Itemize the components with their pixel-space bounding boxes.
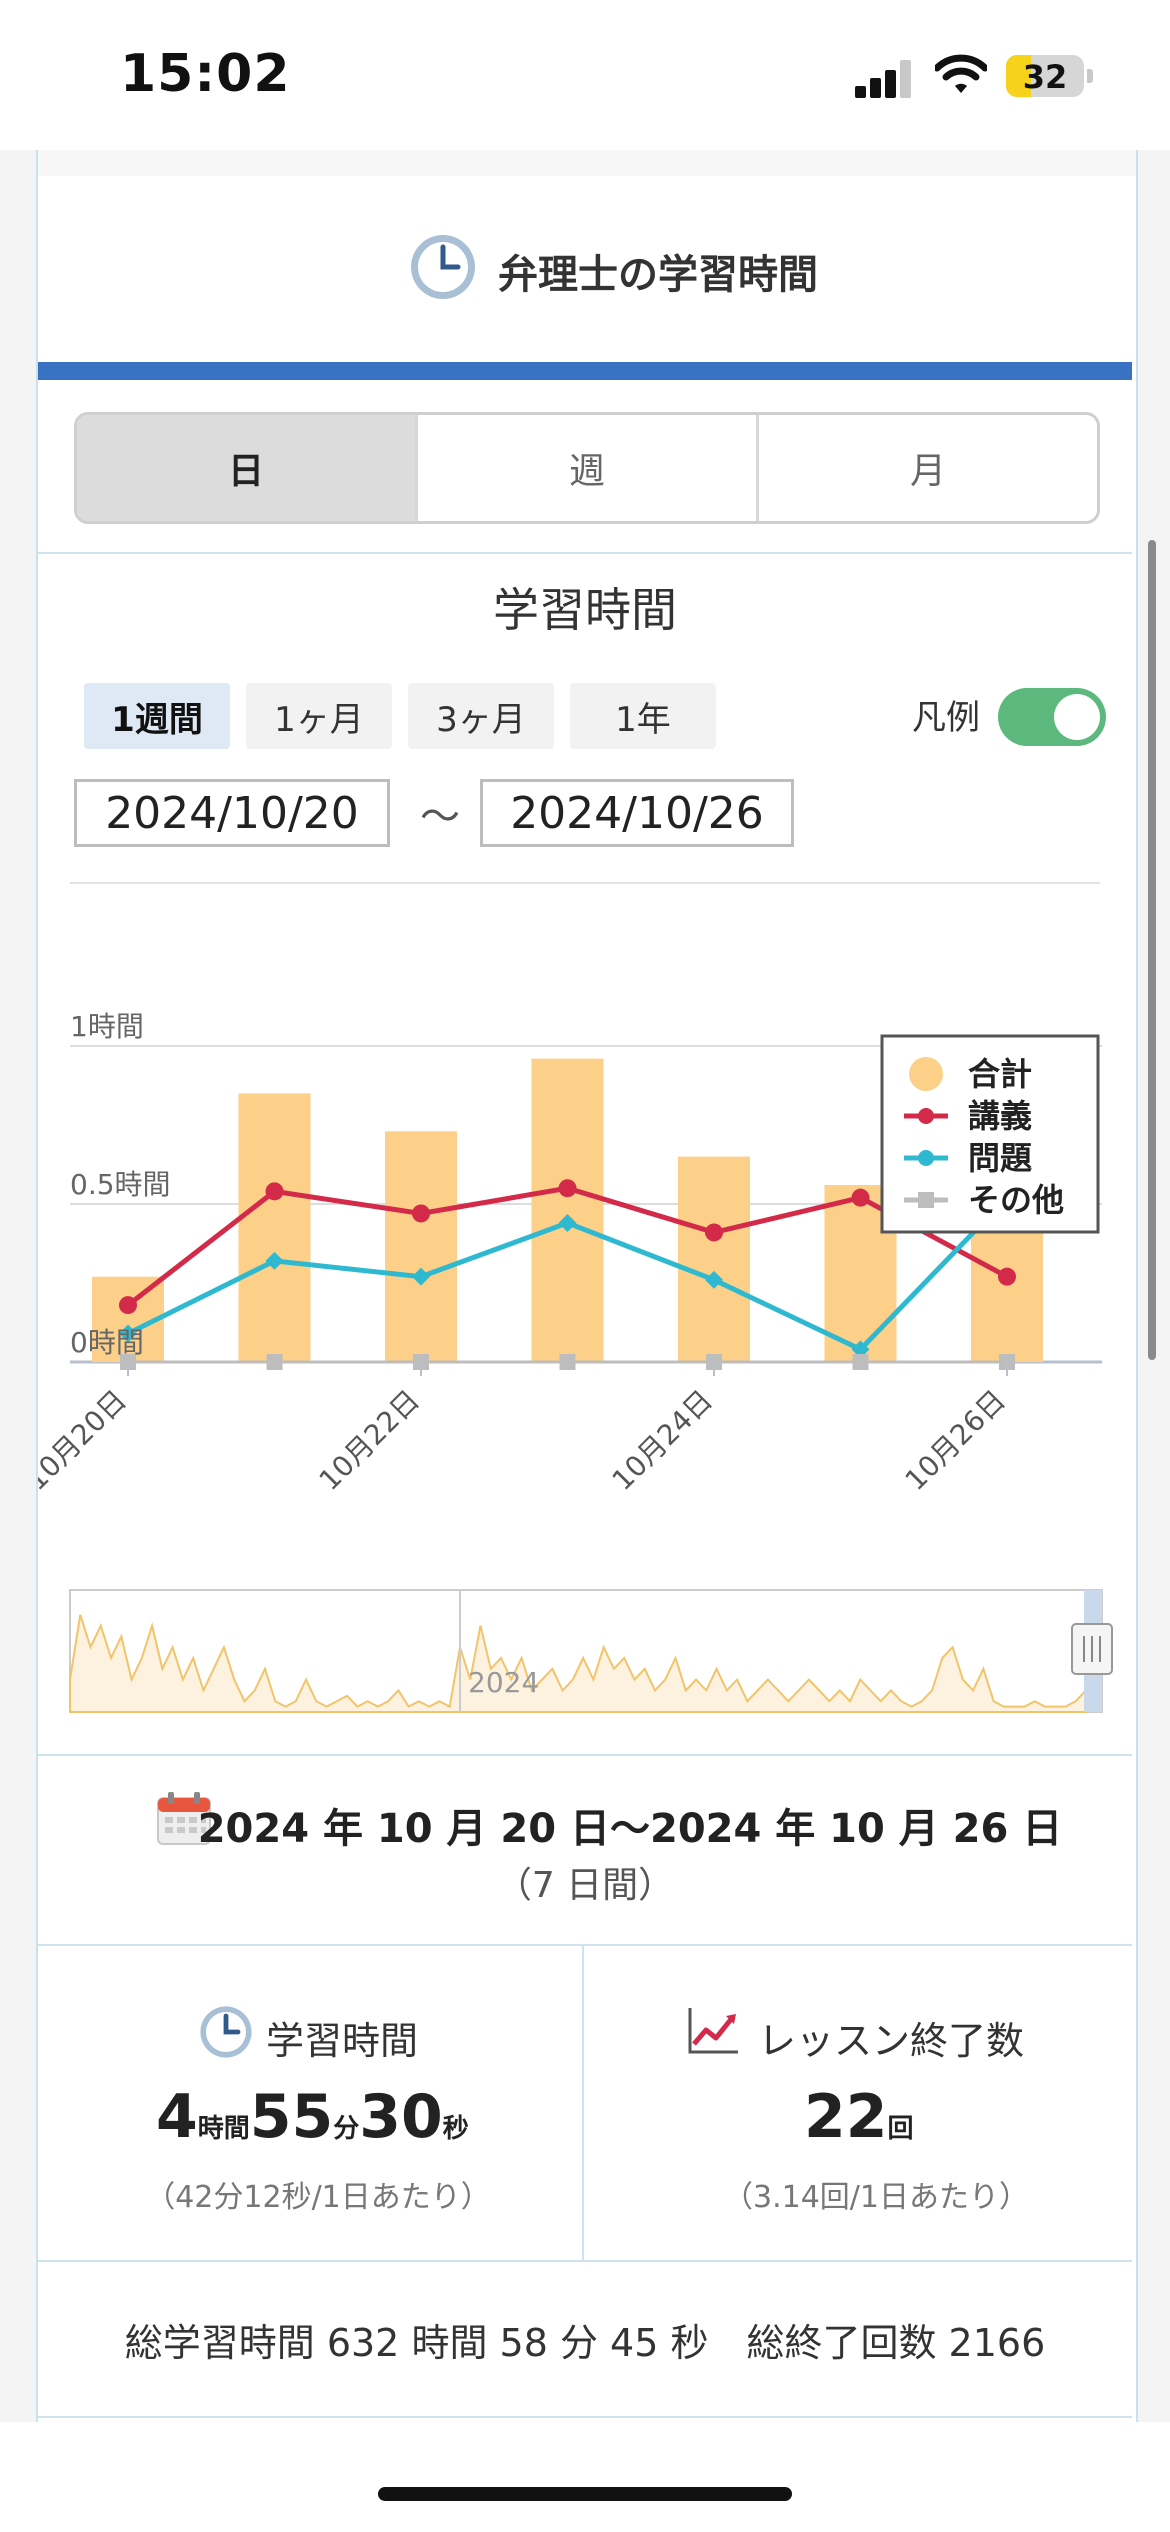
lessons-title: レッスン終了数	[758, 2019, 1025, 2063]
segment-week[interactable]: 週	[418, 415, 759, 521]
point-other	[559, 1354, 576, 1370]
x-tick-label: 10月24日	[606, 1384, 719, 1497]
legend-toggle-label: 凡例	[912, 698, 980, 738]
lessons-value: 22回	[804, 2082, 914, 2152]
battery-level: 32	[1022, 58, 1068, 96]
bar-total	[385, 1131, 457, 1362]
point-lecture	[851, 1188, 870, 1207]
point-other	[852, 1354, 869, 1370]
study-time-value: 4時間55分30秒	[156, 2082, 469, 2152]
legend-swatch-marker	[918, 1192, 934, 1208]
legend-entry: 問題	[968, 1139, 1032, 1177]
section-divider	[38, 2260, 1132, 2262]
lessons-average: （3.14回/1日あたり）	[723, 2180, 1029, 2215]
period-range-text: 2024 年 10 月 20 日〜2024 年 10 月 26 日	[197, 1806, 1063, 1852]
status-time: 15:02	[120, 44, 291, 104]
point-lecture	[119, 1296, 137, 1315]
range-1year-button[interactable]: 1年	[570, 683, 716, 749]
legend-entry: 講義	[968, 1097, 1032, 1135]
legend-swatch	[909, 1057, 943, 1091]
legend-swatch-marker	[918, 1150, 934, 1166]
y-tick-label: 0時間	[70, 1326, 144, 1359]
status-bar: 15:02 32	[0, 0, 1170, 150]
legend-entry: その他	[968, 1181, 1064, 1219]
clock-icon	[411, 235, 475, 299]
stats-divider	[582, 1946, 584, 2260]
scrollbar[interactable]	[1148, 540, 1156, 1360]
segment-day[interactable]: 日	[77, 415, 418, 521]
date-range-separator: 〜	[420, 794, 460, 840]
point-other	[266, 1354, 283, 1370]
legend-toggle[interactable]	[998, 688, 1106, 746]
chart-title: 学習時間	[493, 583, 677, 637]
range-1week-button[interactable]: 1週間	[84, 683, 230, 749]
clock-icon	[200, 2006, 252, 2058]
section-divider	[38, 552, 1132, 554]
page-title: 弁理士の学習時間	[498, 252, 818, 298]
date-to-field[interactable]: 2024/10/26	[480, 779, 794, 847]
totals-text: 総学習時間 632 時間 58 分 45 秒 総終了回数 2166	[124, 2321, 1046, 2365]
period-days-text: （7 日間）	[495, 1865, 675, 1906]
range-1month-button[interactable]: 1ヶ月	[246, 683, 392, 749]
bar-total	[531, 1058, 604, 1362]
signal-icon	[855, 58, 915, 98]
point-lecture	[705, 1223, 723, 1242]
point-lecture	[265, 1182, 284, 1201]
x-tick-label: 10月26日	[899, 1384, 1012, 1497]
header-accent-bar	[38, 362, 1132, 380]
y-tick-label: 1時間	[70, 1010, 144, 1043]
range-3months-button[interactable]: 3ヶ月	[408, 683, 554, 749]
wifi-icon	[935, 54, 987, 93]
period-summary: 2024 年 10 月 20 日〜2024 年 10 月 26 日 （7 日間）	[38, 1756, 1132, 1944]
bar-total	[678, 1156, 750, 1362]
study-time-title: 学習時間	[266, 2019, 419, 2063]
period-segmented-control: 日 週 月	[74, 412, 1100, 524]
point-lecture	[412, 1204, 430, 1223]
home-indicator[interactable]	[378, 2487, 792, 2501]
section-divider	[38, 2416, 1132, 2418]
trend-chart-icon	[688, 2008, 738, 2054]
study-time-chart: 0時間 0.5時間 1時間 10月20日 10月22日 10月24日 10月26日 合計講…	[38, 1010, 1113, 1713]
y-tick-label: 0.5時間	[70, 1168, 171, 1201]
battery-icon: 32	[1006, 55, 1084, 97]
legend-swatch-marker	[918, 1108, 934, 1124]
point-lecture	[998, 1267, 1016, 1286]
x-tick-label: 10月20日	[38, 1384, 133, 1497]
bar-total	[238, 1093, 311, 1362]
stats-panel: 学習時間 4時間55分30秒 （42分12秒/1日あたり） レッスン終了数 22…	[38, 1946, 1132, 2260]
point-lecture	[558, 1179, 577, 1198]
x-tick-label: 10月22日	[313, 1384, 426, 1497]
overview-year-label: 2024	[468, 1666, 539, 1699]
legend-entry: 合計	[968, 1055, 1032, 1093]
segment-month[interactable]: 月	[759, 415, 1097, 521]
study-time-average: （42分12秒/1日あたり）	[145, 2180, 491, 2215]
page-header: 弁理士の学習時間	[38, 176, 1132, 360]
date-from-field[interactable]: 2024/10/20	[74, 779, 390, 847]
overview-area	[69, 1614, 1087, 1713]
